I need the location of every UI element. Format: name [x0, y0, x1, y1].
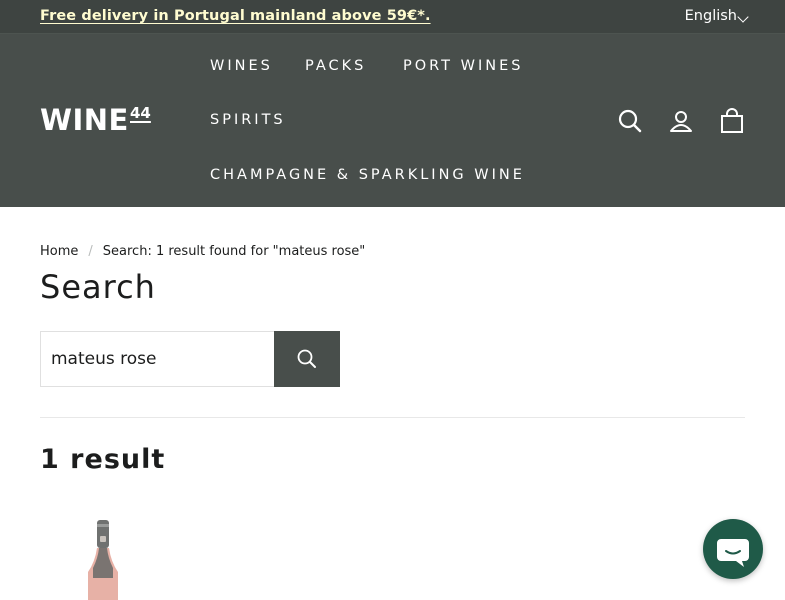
- search-icon[interactable]: [616, 107, 644, 135]
- divider: [40, 417, 745, 418]
- breadcrumb-current: Search: 1 result found for "mateus rose": [102, 244, 366, 259]
- product-image-bottle[interactable]: [78, 518, 128, 600]
- breadcrumb-home[interactable]: Home: [40, 244, 78, 259]
- chat-button[interactable]: [703, 519, 763, 579]
- nav-wines[interactable]: WINES: [210, 58, 273, 74]
- nav-packs[interactable]: PACKS: [305, 58, 366, 74]
- breadcrumb: Home / Search: 1 result found for "mateus …: [40, 244, 365, 259]
- search-submit-button[interactable]: [274, 331, 340, 387]
- chat-icon: [717, 539, 749, 567]
- account-icon[interactable]: [667, 107, 695, 135]
- logo-number: 44: [130, 104, 151, 122]
- logo-wordmark: WINE: [40, 103, 129, 137]
- language-selector[interactable]: English: [685, 8, 737, 24]
- site-logo[interactable]: WINE 44: [40, 104, 151, 135]
- chevron-down-icon[interactable]: [737, 11, 749, 23]
- nav-champagne-sparkling[interactable]: CHAMPAGNE & SPARKLING WINE: [210, 167, 525, 183]
- results-count: 1 result: [40, 444, 166, 475]
- breadcrumb-separator: /: [88, 244, 93, 259]
- site-header: WINE 44 WINES PACKS PORT WINES SPIRITS C…: [0, 34, 785, 207]
- cart-icon[interactable]: [718, 107, 746, 135]
- announcement-bar: Free delivery in Portugal mainland above…: [0, 0, 785, 34]
- page-title: Search: [40, 268, 156, 306]
- search-input[interactable]: [40, 331, 275, 387]
- search-icon: [297, 349, 316, 368]
- nav-spirits[interactable]: SPIRITS: [210, 112, 286, 128]
- nav-port-wines[interactable]: PORT WINES: [403, 58, 523, 74]
- free-delivery-link[interactable]: Free delivery in Portugal mainland above…: [40, 8, 431, 24]
